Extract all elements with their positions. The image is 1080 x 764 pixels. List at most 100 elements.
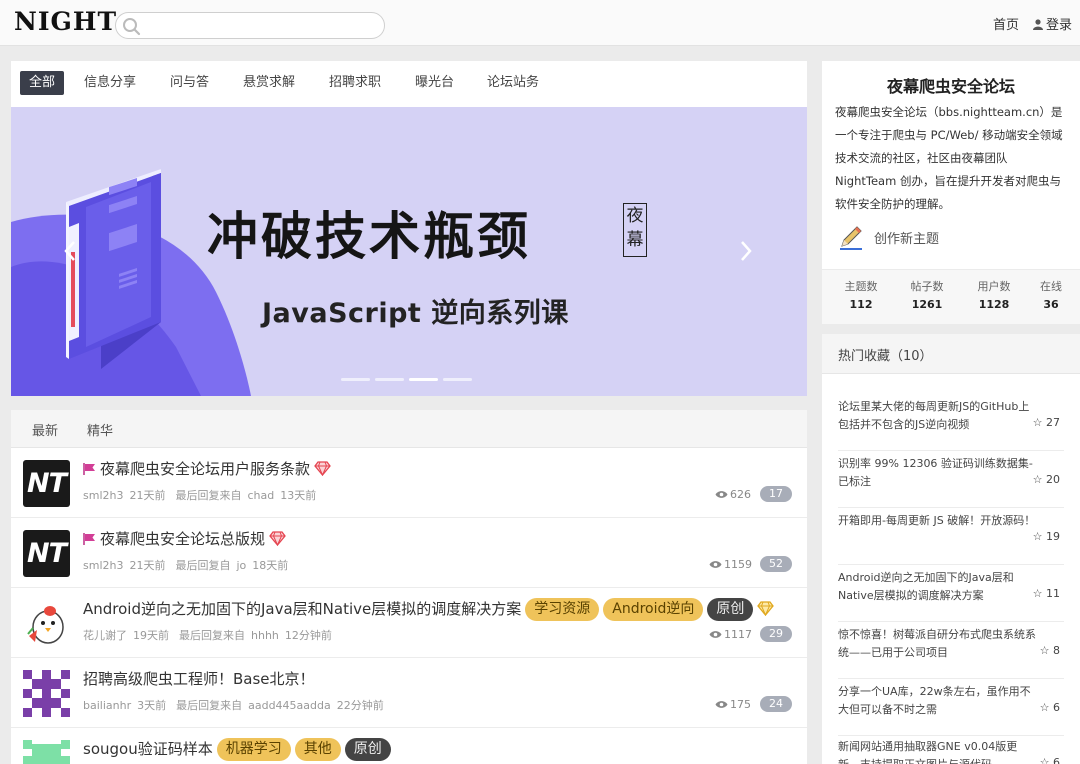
search-input[interactable] bbox=[144, 16, 379, 35]
pencil-icon[interactable] bbox=[838, 224, 864, 250]
reply-count-badge: 24 bbox=[760, 696, 792, 712]
gem-icon bbox=[314, 461, 331, 476]
banner-carousel[interactable]: 冲破技术瓶颈 夜幕 JavaScript 逆向系列课 bbox=[11, 107, 807, 396]
last-reply-user[interactable]: aadd445aadda bbox=[248, 699, 331, 712]
favorite-title[interactable]: 开箱即用-每周更新 JS 破解！开放源码！ bbox=[838, 512, 1038, 530]
thread-row[interactable]: NT 夜幕爬虫安全论坛用户服务条款 sml2h3 21天前 最后回复来自 chad 13… bbox=[11, 448, 807, 518]
last-reply-user[interactable]: jo bbox=[236, 559, 246, 572]
search-box[interactable] bbox=[115, 12, 385, 39]
favorite-item[interactable]: 新闻网站通用抽取器GNE v0.04版更新，支持提取正文图片与源代码☆ 6 bbox=[838, 734, 1064, 764]
carousel-prev-icon[interactable] bbox=[63, 239, 77, 263]
thread-title[interactable]: sougou验证码样本 机器学习 其他 原创 bbox=[83, 738, 391, 761]
carousel-dot-active[interactable] bbox=[409, 378, 438, 381]
author-name[interactable]: 花儿谢了 bbox=[83, 629, 127, 642]
thread-title[interactable]: 夜幕爬虫安全论坛用户服务条款 bbox=[83, 458, 331, 479]
tab-info-share[interactable]: 信息分享 bbox=[84, 71, 136, 95]
favorite-item[interactable]: 论坛里某大佬的每周更新JS的GitHub上包括并不包含的JS逆向视频 ☆ 27 bbox=[838, 394, 1064, 451]
pin-flag-icon bbox=[83, 533, 95, 545]
thread-row[interactable]: NT 夜幕爬虫安全论坛总版规 sml2h3 21天前 最后回复自 jo 18天前 115… bbox=[11, 518, 807, 588]
thread-title-text[interactable]: 招聘高级爬虫工程师！Base北京！ bbox=[83, 670, 315, 688]
thread-title-text[interactable]: 夜幕爬虫安全论坛总版规 bbox=[100, 530, 265, 548]
favorite-title[interactable]: 论坛里某大佬的每周更新JS的GitHub上包括并不包含的JS逆向视频 bbox=[838, 398, 1038, 434]
favorite-title[interactable]: 识别率 99% 12306 验证码训练数据集-已标注 bbox=[838, 455, 1038, 491]
tab-exposure[interactable]: 曝光台 bbox=[415, 71, 454, 95]
tag-label[interactable]: 机器学习 bbox=[216, 738, 291, 761]
last-reply-user[interactable]: chad bbox=[247, 489, 274, 502]
carousel-dot[interactable] bbox=[375, 378, 404, 381]
favorite-title[interactable]: 新闻网站通用抽取器GNE v0.04版更新，支持提取正文图片与源代码 bbox=[838, 738, 1038, 764]
tab-bounty[interactable]: 悬赏求解 bbox=[243, 71, 295, 95]
thread-title-text[interactable]: Android逆向之无加固下的Java层和Native层模拟的调度解决方案 bbox=[83, 600, 521, 618]
eye-icon bbox=[709, 561, 722, 568]
last-reply-user[interactable]: hhhh bbox=[251, 629, 279, 642]
thread-title[interactable]: Android逆向之无加固下的Java层和Native层模拟的调度解决方案 学习资… bbox=[83, 598, 775, 621]
avatar[interactable] bbox=[23, 740, 70, 764]
favorite-count: ☆ 6 bbox=[1040, 756, 1060, 764]
author-name[interactable]: bailianhr bbox=[83, 699, 131, 712]
favorite-count-value: 20 bbox=[1046, 473, 1060, 486]
author-name[interactable]: sml2h3 bbox=[83, 489, 123, 502]
favorite-title[interactable]: Android逆向之无加固下的Java层和Native层模拟的调度解决方案 bbox=[838, 569, 1038, 605]
author-name[interactable]: sml2h3 bbox=[83, 559, 123, 572]
stat-topics: 主题数 112 bbox=[831, 278, 891, 311]
stat-users: 用户数 1128 bbox=[964, 278, 1024, 311]
favorite-item[interactable]: Android逆向之无加固下的Java层和Native层模拟的调度解决方案 ☆ 1… bbox=[838, 565, 1064, 622]
favorite-count-value: 11 bbox=[1046, 587, 1060, 600]
favorite-count: ☆ 27 bbox=[1033, 416, 1060, 429]
tab-site-affairs[interactable]: 论坛站务 bbox=[487, 71, 539, 95]
banner-stamp: 夜幕 bbox=[623, 203, 647, 257]
thread-title-text[interactable]: 夜幕爬虫安全论坛用户服务条款 bbox=[100, 460, 310, 478]
tag-label[interactable]: 原创 bbox=[707, 598, 754, 621]
favorite-count: ☆ 19 bbox=[1033, 530, 1060, 543]
thread-row[interactable]: Android逆向之无加固下的Java层和Native层模拟的调度解决方案 学习资… bbox=[11, 588, 807, 658]
tag-label[interactable]: 学习资源 bbox=[525, 598, 600, 621]
carousel-dot[interactable] bbox=[341, 378, 370, 381]
avatar[interactable] bbox=[23, 670, 70, 717]
favorite-count: ☆ 6 bbox=[1040, 701, 1060, 714]
favorite-title[interactable]: 惊不惊喜！树莓派自研分布式爬虫系统系统——已用于公司项目 bbox=[838, 626, 1038, 662]
thread-meta: 花儿谢了 19天前 最后回复来自 hhhh 12分钟前 bbox=[83, 627, 342, 643]
favorite-item[interactable]: 惊不惊喜！树莓派自研分布式爬虫系统系统——已用于公司项目 ☆ 8 bbox=[838, 622, 1064, 679]
view-count: 1159 bbox=[709, 558, 752, 571]
stat-value: 1261 bbox=[911, 298, 943, 311]
tab-latest[interactable]: 最新 bbox=[32, 420, 58, 439]
avatar[interactable] bbox=[23, 600, 70, 647]
favorite-item[interactable]: 分享一个UA库，22w条左右，虽作用不大但可以备不时之需 ☆ 6 bbox=[838, 679, 1064, 736]
thread-row[interactable]: sougou验证码样本 机器学习 其他 原创 bbox=[11, 728, 807, 764]
thread-row[interactable]: 招聘高级爬虫工程师！Base北京！ bailianhr 3天前 最后回复来自 aadd… bbox=[11, 658, 807, 728]
stat-label: 用户数 bbox=[977, 280, 1011, 293]
view-count-value: 1159 bbox=[724, 558, 752, 571]
nav-login-label: 登录 bbox=[1046, 18, 1073, 33]
favorite-title[interactable]: 分享一个UA库，22w条左右，虽作用不大但可以备不时之需 bbox=[838, 683, 1038, 719]
thread-title[interactable]: 招聘高级爬虫工程师！Base北京！ bbox=[83, 668, 315, 689]
thread-title-text[interactable]: sougou验证码样本 bbox=[83, 740, 213, 758]
favorite-count: ☆ 20 bbox=[1033, 473, 1060, 486]
last-reply-label: 最后回复来自 bbox=[176, 699, 243, 712]
last-reply-label: 最后回复来自 bbox=[179, 629, 245, 642]
site-logo[interactable]: NIGHT bbox=[14, 7, 117, 36]
star-icon: ☆ bbox=[1039, 644, 1050, 657]
avatar[interactable]: NT bbox=[23, 530, 70, 577]
favorite-item[interactable]: 开箱即用-每周更新 JS 破解！开放源码！ ☆ 19 bbox=[838, 508, 1064, 565]
stat-posts: 帖子数 1261 bbox=[897, 278, 957, 311]
tab-featured[interactable]: 精华 bbox=[87, 420, 113, 439]
carousel-dot[interactable] bbox=[443, 378, 472, 381]
last-reply-time: 12分钟前 bbox=[284, 629, 332, 642]
tab-qa[interactable]: 问与答 bbox=[170, 71, 209, 95]
gem-icon bbox=[757, 601, 775, 616]
tag-label[interactable]: 其他 bbox=[294, 738, 341, 761]
forum-stats: 主题数 112 帖子数 1261 用户数 1128 在线 36 bbox=[822, 270, 1080, 324]
top-navbar: NIGHT 首页 登录 bbox=[0, 0, 1080, 46]
tab-jobs[interactable]: 招聘求职 bbox=[329, 71, 381, 95]
new-topic-button[interactable]: 创作新主题 bbox=[874, 228, 939, 247]
nav-login-link[interactable]: 登录 bbox=[1033, 14, 1072, 33]
post-time: 3天前 bbox=[137, 699, 167, 712]
avatar[interactable]: NT bbox=[23, 460, 70, 507]
tag-label[interactable]: Android逆向 bbox=[603, 598, 704, 621]
carousel-next-icon[interactable] bbox=[739, 239, 753, 263]
nav-home-link[interactable]: 首页 bbox=[993, 14, 1019, 33]
tab-all[interactable]: 全部 bbox=[20, 71, 65, 95]
favorite-item[interactable]: 识别率 99% 12306 验证码训练数据集-已标注 ☆ 20 bbox=[838, 451, 1064, 508]
thread-title[interactable]: 夜幕爬虫安全论坛总版规 bbox=[83, 528, 286, 549]
tag-label[interactable]: 原创 bbox=[344, 738, 391, 761]
